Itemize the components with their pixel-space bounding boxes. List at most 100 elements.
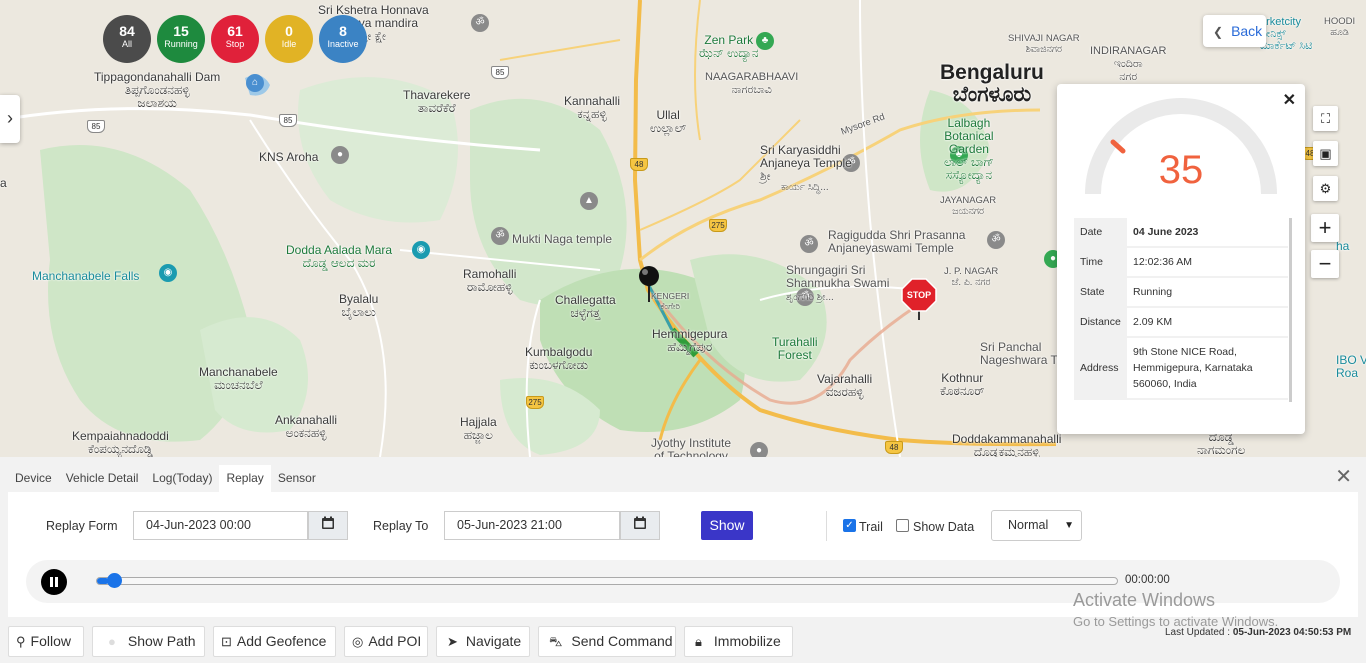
place-label: Doddakammanahalli ದೊಡ್ಡಕಮ್ಮನಹಳ್ಳಿ <box>952 432 1062 458</box>
calendar-icon <box>634 516 646 529</box>
replay-progress-track[interactable] <box>96 577 1118 585</box>
immobilize-button[interactable]: 🔒︎ Immobilize <box>684 626 793 657</box>
minus-icon: − <box>1318 251 1332 276</box>
place-label: Lalbagh Botanical Garden ಲಾಲ್ ಬಾಗ್ ಸಸ್ಯೋದ್ಯಾ… <box>944 116 994 182</box>
close-icon[interactable]: ✕ <box>1335 467 1352 487</box>
start-marker-icon[interactable] <box>637 264 661 304</box>
pause-button[interactable] <box>41 569 67 595</box>
trail-label: Trail <box>859 520 883 534</box>
vehicle-info-table: Date 04 June 2023 Time 12:02:36 AM State Runn… <box>1074 218 1288 400</box>
place-label: Turahalli Forest <box>772 335 818 362</box>
temple-icon: ॐ <box>987 231 1005 249</box>
navigate-arrow-icon: ➤ <box>447 634 458 649</box>
place-label: Manchanabele ಮಂಚನಬೆಲೆ <box>199 365 278 392</box>
tab-device[interactable]: Device <box>8 465 59 492</box>
replay-from-input[interactable]: 04-Jun-2023 00:00 <box>133 511 308 540</box>
speed-value: 35 <box>1158 148 1204 192</box>
status-label: All <box>121 39 132 49</box>
place-label: ದೊಡ್ಡ ನಾಗಮಂಗಲ <box>1197 430 1246 457</box>
temple-icon: ॐ <box>800 235 818 253</box>
replay-from-label: Replay Form <box>46 519 118 533</box>
show-data-checkbox[interactable] <box>896 519 909 532</box>
add-geofence-button[interactable]: ⊡ Add Geofence <box>213 626 336 657</box>
settings-button[interactable]: ⚙ <box>1313 176 1338 201</box>
chevron-down-icon: ▼ <box>1064 520 1074 531</box>
tab-log-today[interactable]: Log(Today) <box>145 465 219 492</box>
car-icon: ⛍ <box>549 634 563 649</box>
place-label: Mukti Naga temple <box>512 232 613 246</box>
place-label: Tippagondanahalli Dam ತಿಪ್ಪಗೊಂಡನಹಳ್ಳಿ ಜಲಾಶ… <box>94 70 221 110</box>
from-calendar-button[interactable] <box>308 511 348 540</box>
last-updated: Last Updated : 05-Jun-2023 04:50:53 PM <box>1165 627 1352 638</box>
place-label: JAYANAGAR ಜಯನಗರ <box>940 195 997 217</box>
stop-sign-text: STOP <box>907 290 931 300</box>
plus-icon: + <box>1318 215 1332 240</box>
status-count: 84 <box>119 23 135 39</box>
place-label: Thavarekere ತಾವರೆಕೆರೆ <box>403 88 471 115</box>
place-label: ಶೃಂಗಗಿರಿ ಶ್ರೀ... <box>786 292 834 303</box>
place-label: Manchanabele Falls <box>32 269 140 283</box>
replay-to-input[interactable]: 05-Jun-2023 21:00 <box>444 511 620 540</box>
place-label: a <box>0 176 7 190</box>
trail-checkbox[interactable]: ✓ <box>843 519 856 532</box>
status-label: Idle <box>281 39 297 49</box>
show-path-button[interactable]: ● Show Path <box>92 626 205 657</box>
panel-tabs: Device Vehicle Detail Log(Today) Replay Sens… <box>8 465 323 492</box>
highway-shield: 85 <box>491 66 509 79</box>
add-poi-button[interactable]: ◎ Add POI <box>344 626 428 657</box>
info-row: State Running <box>1074 277 1288 308</box>
fullscreen-button[interactable]: ⛶ <box>1313 106 1338 131</box>
zoom-out-button[interactable]: − <box>1311 250 1339 278</box>
status-running-badge[interactable]: 15 Running <box>157 15 205 63</box>
gear-icon: ⚙ <box>1319 181 1332 196</box>
pause-icon <box>50 577 53 587</box>
dam-icon: ⌂ <box>246 74 264 92</box>
dot-icon: ● <box>108 634 116 649</box>
status-all-badge[interactable]: 84 All <box>103 15 151 63</box>
status-count: 8 <box>339 23 347 39</box>
show-button[interactable]: Show <box>701 511 753 540</box>
place-label: J. P. NAGAR ಜೆ. ಪಿ. ನಗರ <box>944 266 999 288</box>
tab-vehicle-detail[interactable]: Vehicle Detail <box>59 465 146 492</box>
info-value: 2.09 KM <box>1127 307 1288 338</box>
replay-progress-thumb[interactable] <box>107 573 122 588</box>
back-button[interactable]: ❮ Back <box>1203 15 1266 47</box>
place-label: Hajjala ಹಜ್ಜಾಲ <box>460 415 497 442</box>
highway-shield: 275 <box>709 219 727 232</box>
info-key: Distance <box>1074 307 1127 338</box>
stop-sign-icon[interactable]: STOP <box>901 278 937 322</box>
info-key: Time <box>1074 247 1127 278</box>
map-layer-button[interactable]: ▣ <box>1313 141 1338 166</box>
camera-icon: ◉ <box>159 264 177 282</box>
status-count: 61 <box>227 23 243 39</box>
place-label: Jyothy Institute of Technology <box>651 436 732 458</box>
vehicle-info-popup: ✕ 35 Date 04 June 2023 Time 12:02:36 AM Stat… <box>1057 84 1305 434</box>
status-inactive-badge[interactable]: 8 Inactive <box>319 15 367 63</box>
place-label: Ankanahalli ಅಂಕನಹಳ್ಳಿ <box>275 413 338 440</box>
send-command-button[interactable]: ⛍ Send Command <box>538 626 676 657</box>
place-label: IBO V Roa <box>1336 353 1366 380</box>
zoom-in-button[interactable]: + <box>1311 214 1339 242</box>
status-idle-badge[interactable]: 0 Idle <box>265 15 313 63</box>
tab-replay[interactable]: Replay <box>219 465 271 492</box>
map-view[interactable]: 85 85 85 48 48 275 275 48 ॐ ⌂ ● ▲ ॐ ◉ ◉ … <box>0 0 1366 457</box>
playback-speed-select[interactable]: Normal ▼ <box>991 510 1082 541</box>
to-calendar-button[interactable] <box>620 511 660 540</box>
info-key: State <box>1074 277 1127 308</box>
lock-icon: 🔒︎ <box>695 634 702 649</box>
place-label: Kothnur ಕೊಠನೂರ್ <box>940 371 985 398</box>
tab-sensor[interactable]: Sensor <box>271 465 323 492</box>
map-icon: ▣ <box>1319 146 1332 161</box>
expand-sidebar-button[interactable]: › <box>0 95 20 143</box>
target-icon: ◎ <box>352 634 364 649</box>
popup-scrollbar[interactable] <box>1289 218 1292 402</box>
info-row: Time 12:02:36 AM <box>1074 247 1288 278</box>
follow-button[interactable]: ⚲ Follow <box>8 626 84 657</box>
bottom-panel: Device Vehicle Detail Log(Today) Replay Sens… <box>0 457 1366 663</box>
status-stop-badge[interactable]: 61 Stop <box>211 15 259 63</box>
place-label: Byalalu ಬೈಲಾಲು <box>339 292 379 319</box>
close-icon[interactable]: ✕ <box>1283 90 1296 110</box>
location-pin-icon: ● <box>331 146 349 164</box>
replay-to-label: Replay To <box>373 519 429 533</box>
navigate-button[interactable]: ➤ Navigate <box>436 626 530 657</box>
